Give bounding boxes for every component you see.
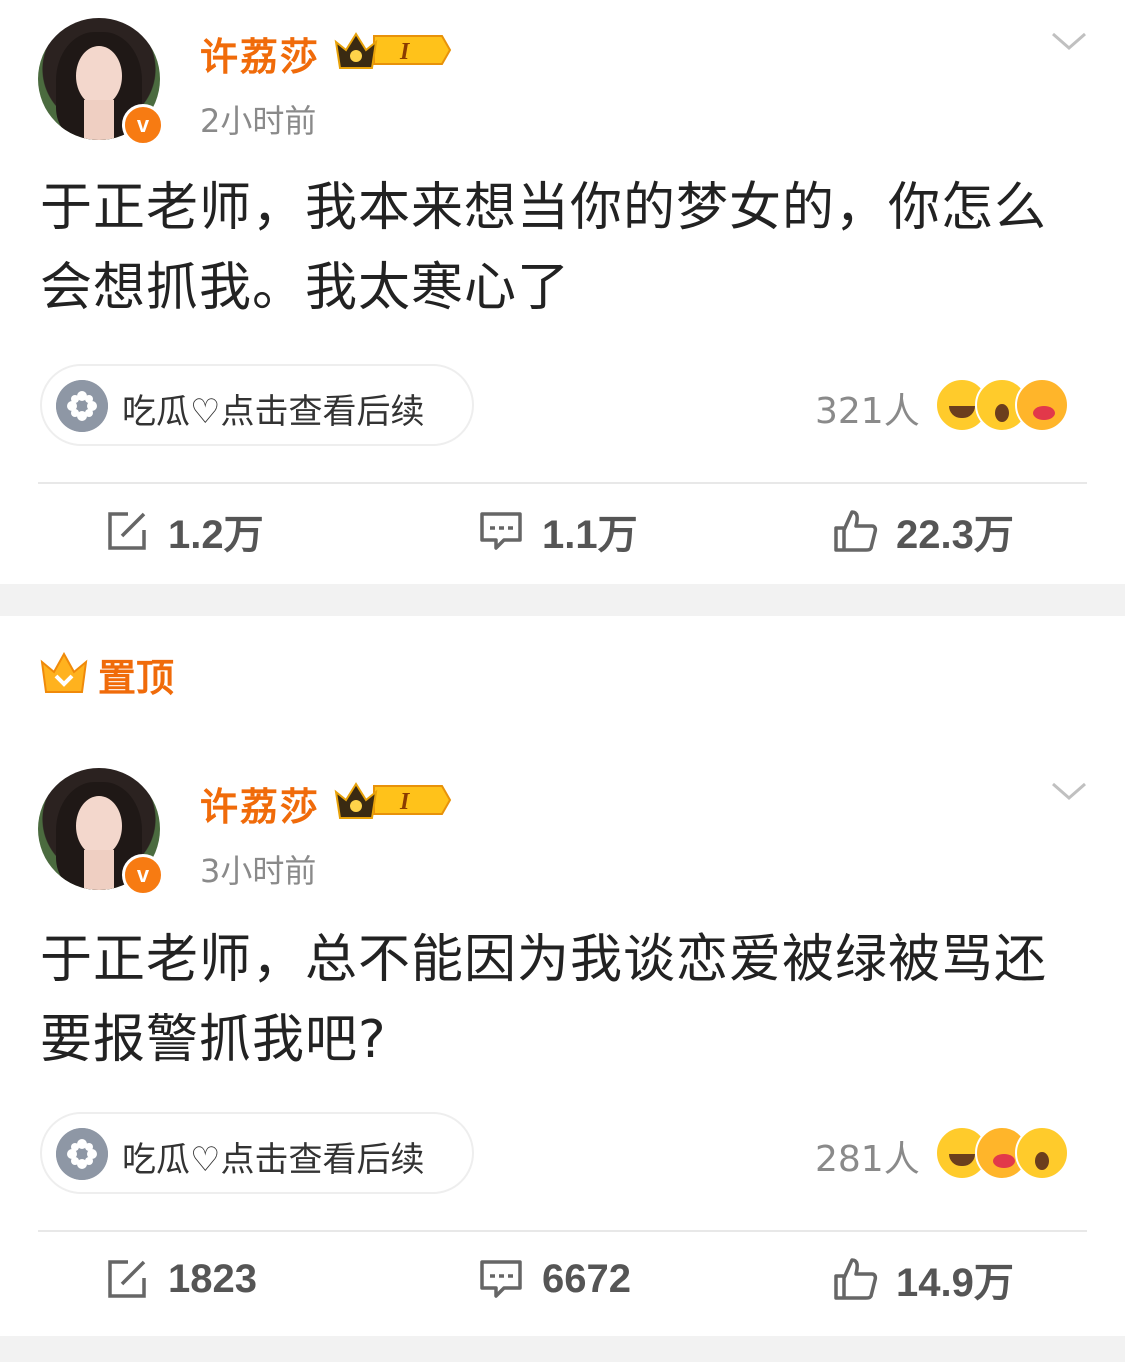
- melon-icon: [56, 1128, 108, 1180]
- verified-badge-icon: v: [122, 104, 164, 146]
- crown-icon: [40, 652, 88, 693]
- reaction-count: 281人: [815, 1139, 920, 1180]
- repost-count: 1823: [168, 1256, 257, 1301]
- comment-button[interactable]: 1.1万: [478, 486, 638, 576]
- follow-topic-pill[interactable]: 吃瓜♡点击查看后续: [40, 364, 474, 446]
- username[interactable]: 许荔莎: [200, 776, 320, 831]
- repost-icon: [108, 512, 146, 550]
- level-number: I: [399, 789, 411, 815]
- repost-button[interactable]: 1823: [104, 1234, 257, 1324]
- pinned-label: 置顶: [98, 655, 175, 700]
- comment-icon: [480, 1260, 522, 1298]
- thumbs-up-icon: [834, 510, 878, 552]
- comment-count: 1.1万: [542, 513, 638, 557]
- verified-badge-icon: v: [122, 854, 164, 896]
- level-number: I: [399, 39, 411, 65]
- comment-button[interactable]: 6672: [478, 1234, 631, 1324]
- post-time: 3小时前: [200, 852, 317, 890]
- blush-emoji-icon: [1015, 378, 1069, 432]
- crown-level-badge-icon[interactable]: I: [334, 28, 452, 72]
- chevron-down-icon[interactable]: [1051, 24, 1087, 60]
- repost-icon: [108, 1260, 146, 1298]
- thumbs-up-icon: [834, 1258, 878, 1300]
- like-button[interactable]: 22.3万: [832, 486, 1014, 576]
- divider: [38, 482, 1087, 484]
- melon-icon: [56, 380, 108, 432]
- username[interactable]: 许荔莎: [200, 26, 320, 81]
- post-content: 于正老师，我本来想当你的梦女的，你怎么会想抓我。我太寒心了: [40, 178, 1048, 318]
- chevron-down-icon[interactable]: [1051, 774, 1087, 810]
- post-content: 于正老师，总不能因为我谈恋爱被绿被骂还要报警抓我吧?: [40, 930, 1048, 1070]
- repost-count: 1.2万: [168, 513, 264, 557]
- action-bar: 1.2万 1.1万 22.3万: [0, 486, 1125, 576]
- post-time: 2小时前: [200, 102, 317, 140]
- surprised-emoji-icon: [1015, 1126, 1069, 1180]
- post-header: v 许荔莎 I 3小时前: [38, 768, 1087, 896]
- divider: [38, 1230, 1087, 1232]
- pinned-indicator: 置顶: [40, 644, 174, 704]
- action-bar: 1823 6672 14.9万: [0, 1234, 1125, 1324]
- reaction-count: 321人: [815, 391, 920, 432]
- follow-pill-label: 吃瓜♡点击查看后续: [122, 392, 425, 432]
- comment-icon: [480, 512, 522, 550]
- follow-pill-label: 吃瓜♡点击查看后续: [122, 1140, 425, 1180]
- reaction-summary[interactable]: 281人: [815, 1124, 1085, 1184]
- like-count: 14.9万: [896, 1261, 1014, 1305]
- weibo-post-1: v 许荔莎 I 2小时前 于正老师，我本来想当你的梦女的，你怎么会想抓我。我太寒…: [0, 0, 1125, 584]
- feed-separator: [0, 584, 1125, 616]
- repost-button[interactable]: 1.2万: [104, 486, 264, 576]
- reaction-summary[interactable]: 321人: [815, 376, 1085, 436]
- comment-count: 6672: [542, 1256, 631, 1301]
- post-header: v 许荔莎 I 2小时前: [38, 18, 1087, 146]
- crown-level-badge-icon[interactable]: I: [334, 778, 452, 822]
- follow-topic-pill[interactable]: 吃瓜♡点击查看后续: [40, 1112, 474, 1194]
- like-button[interactable]: 14.9万: [832, 1234, 1014, 1324]
- like-count: 22.3万: [896, 513, 1014, 557]
- weibo-post-2: 置顶 v 许荔莎 I 3小时前 于正老师，总不能因为我谈恋爱被绿被骂还要报警抓我…: [0, 616, 1125, 1336]
